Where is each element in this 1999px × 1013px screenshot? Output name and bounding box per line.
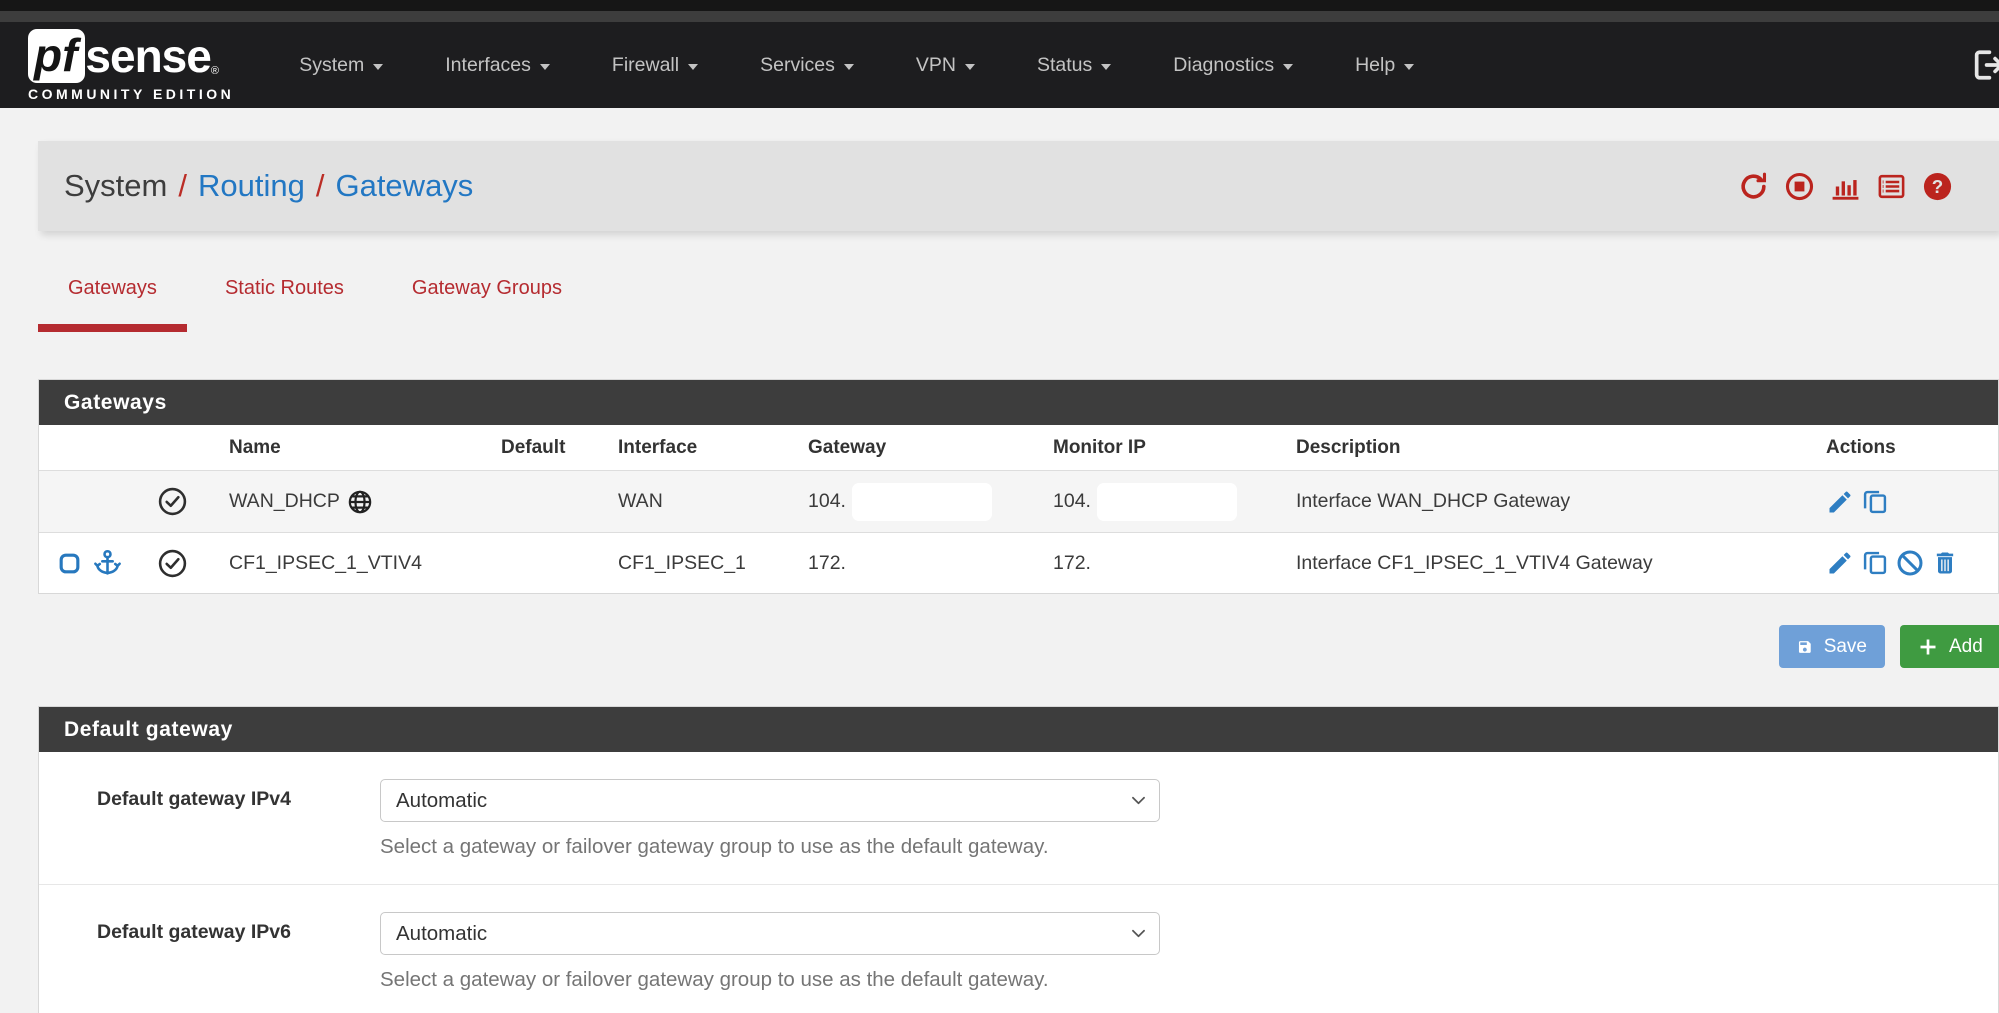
- edit-icon[interactable]: [1826, 549, 1854, 577]
- gateway-interface: CF1_IPSEC_1: [618, 552, 808, 575]
- gateway-address: 172.: [808, 552, 846, 575]
- window-sub-strip: [0, 11, 1999, 22]
- tab-static-routes[interactable]: Static Routes: [195, 277, 374, 332]
- logo-sense: sense: [85, 29, 210, 83]
- disable-icon[interactable]: [1896, 549, 1924, 577]
- bar-chart-icon[interactable]: [1830, 171, 1861, 202]
- nav-item-diagnostics[interactable]: Diagnostics: [1142, 40, 1324, 91]
- redaction-box: [1097, 544, 1237, 582]
- check-circle-icon: [157, 548, 188, 579]
- col-actions: Actions: [1826, 437, 1998, 459]
- sign-out-icon[interactable]: [1967, 48, 1999, 82]
- redaction-box: [852, 544, 992, 582]
- stop-circle-icon[interactable]: [1784, 171, 1815, 202]
- logo-subtitle: COMMUNITY EDITION: [28, 86, 234, 102]
- redaction-box: [852, 483, 992, 521]
- default-gateway-panel-title: Default gateway: [39, 707, 1998, 752]
- log-icon[interactable]: [1876, 171, 1907, 202]
- caret-down-icon: [688, 64, 698, 70]
- pfsense-logo[interactable]: pf sense ® COMMUNITY EDITION: [28, 29, 234, 102]
- caret-down-icon: [965, 64, 975, 70]
- anchor-icon: [92, 548, 123, 579]
- globe-icon: [347, 489, 373, 515]
- breadcrumb-link-gateways[interactable]: Gateways: [335, 168, 473, 204]
- tab-gateway-groups[interactable]: Gateway Groups: [382, 277, 592, 332]
- default-gateway-ipv6-label: Default gateway IPv6: [97, 921, 377, 944]
- gateway-description: Interface CF1_IPSEC_1_VTIV4 Gateway: [1296, 552, 1826, 575]
- form-row-ipv4: Default gateway IPv4 Automatic Select a …: [39, 752, 1998, 885]
- monitor-ip: 172.: [1053, 552, 1091, 575]
- caret-down-icon: [1283, 64, 1293, 70]
- col-monitor-ip: Monitor IP: [1053, 437, 1296, 459]
- breadcrumb-actions: ?: [1738, 171, 1953, 202]
- window-top-strip: [0, 0, 1999, 11]
- help-icon[interactable]: ?: [1922, 171, 1953, 202]
- tab-gateways[interactable]: Gateways: [38, 277, 187, 332]
- save-icon: [1797, 637, 1813, 657]
- default-gateway-ipv6-select[interactable]: Automatic: [380, 912, 1160, 955]
- col-description: Description: [1296, 437, 1826, 459]
- plus-icon: [1918, 637, 1938, 657]
- gateway-interface: WAN: [618, 490, 808, 513]
- save-button[interactable]: Save: [1779, 625, 1885, 668]
- breadcrumb: System / Routing / Gateways: [64, 168, 473, 204]
- gateways-panel: Gateways Name Default Interface Gateway …: [38, 379, 1999, 594]
- caret-down-icon: [1404, 64, 1414, 70]
- default-gateway-ipv4-label: Default gateway IPv4: [97, 788, 377, 811]
- caret-down-icon: [1101, 64, 1111, 70]
- default-gateway-ipv4-select[interactable]: Automatic: [380, 779, 1160, 822]
- gateway-name: WAN_DHCP: [229, 490, 340, 513]
- col-interface: Interface: [618, 437, 808, 459]
- copy-icon[interactable]: [1861, 549, 1889, 577]
- nav-menu: System Interfaces Firewall Services VPN …: [268, 40, 1445, 91]
- caret-down-icon: [540, 64, 550, 70]
- add-button[interactable]: Add: [1900, 625, 1999, 668]
- gateway-name: CF1_IPSEC_1_VTIV4: [229, 552, 422, 575]
- logo-registered-mark: ®: [211, 65, 219, 77]
- default-gateway-panel: Default gateway Default gateway IPv4 Aut…: [38, 706, 1999, 1013]
- table-buttons-row: Save Add: [0, 625, 1999, 669]
- form-row-ipv6: Default gateway IPv6 Automatic Select a …: [39, 885, 1998, 1013]
- breadcrumb-bar: System / Routing / Gateways ?: [38, 141, 1999, 231]
- table-row: WAN_DHCP WAN 104. 104. Interface WAN_DHC…: [39, 471, 1998, 532]
- breadcrumb-link-routing[interactable]: Routing: [198, 168, 305, 204]
- gateway-address: 104.: [808, 490, 846, 513]
- col-name: Name: [229, 437, 501, 459]
- refresh-icon[interactable]: [1738, 171, 1769, 202]
- breadcrumb-section: System: [64, 168, 167, 204]
- default-gateway-ipv6-help: Select a gateway or failover gateway gro…: [380, 968, 1998, 992]
- nav-item-vpn[interactable]: VPN: [885, 40, 1006, 91]
- check-circle-icon: [157, 486, 188, 517]
- routing-tabs: Gateways Static Routes Gateway Groups: [38, 277, 1999, 332]
- nav-item-status[interactable]: Status: [1006, 40, 1142, 91]
- nav-item-help[interactable]: Help: [1324, 40, 1445, 91]
- nav-item-services[interactable]: Services: [729, 40, 885, 91]
- nav-item-system[interactable]: System: [268, 40, 414, 91]
- gateways-panel-title: Gateways: [39, 380, 1998, 425]
- gateway-description: Interface WAN_DHCP Gateway: [1296, 490, 1826, 513]
- logo-pf: pf: [28, 29, 85, 83]
- nav-item-firewall[interactable]: Firewall: [581, 40, 729, 91]
- delete-icon[interactable]: [1931, 549, 1959, 577]
- svg-text:?: ?: [1932, 175, 1943, 196]
- breadcrumb-separator: /: [316, 168, 325, 204]
- monitor-ip: 104.: [1053, 490, 1091, 513]
- gateways-table-header: Name Default Interface Gateway Monitor I…: [39, 425, 1998, 471]
- caret-down-icon: [844, 64, 854, 70]
- nav-item-interfaces[interactable]: Interfaces: [414, 40, 581, 91]
- col-gateway: Gateway: [808, 437, 1053, 459]
- redaction-box: [1097, 483, 1237, 521]
- col-default: Default: [501, 437, 618, 459]
- caret-down-icon: [373, 64, 383, 70]
- square-icon: [57, 551, 82, 576]
- table-row: CF1_IPSEC_1_VTIV4 CF1_IPSEC_1 172. 172. …: [39, 532, 1998, 593]
- default-gateway-ipv4-help: Select a gateway or failover gateway gro…: [380, 835, 1998, 859]
- copy-icon[interactable]: [1861, 488, 1889, 516]
- edit-icon[interactable]: [1826, 488, 1854, 516]
- top-navbar: pf sense ® COMMUNITY EDITION System Inte…: [0, 22, 1999, 108]
- breadcrumb-separator: /: [178, 168, 187, 204]
